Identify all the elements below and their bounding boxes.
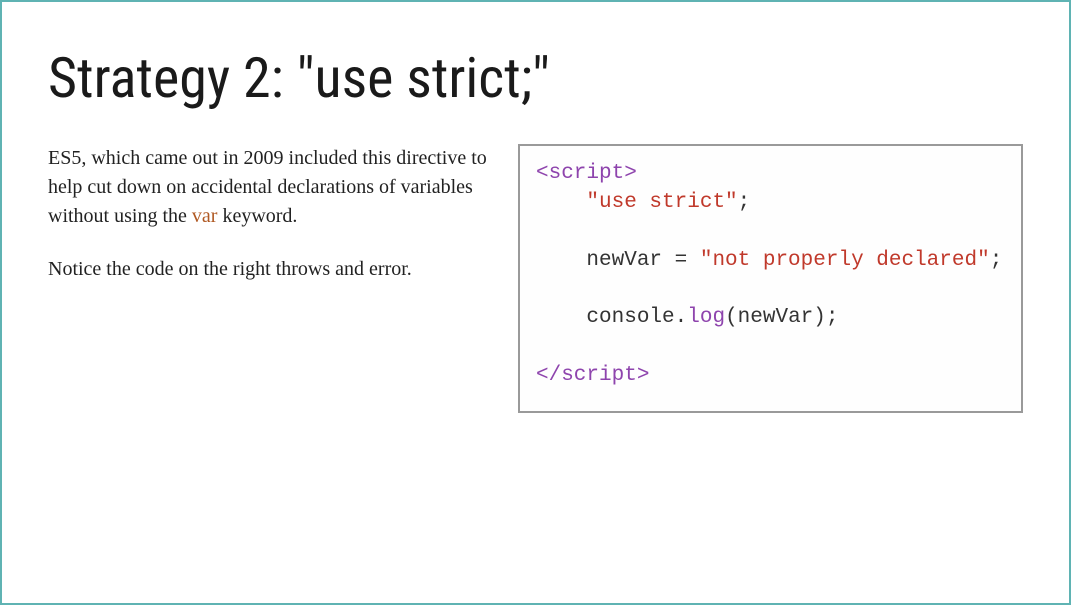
paragraph-2: Notice the code on the right throws and … — [48, 255, 488, 284]
code-assignment: newVar = — [586, 249, 699, 272]
code-script-close-tag: </script> — [536, 364, 649, 387]
code-semicolon-2: ; — [990, 249, 1003, 272]
explanation-text: ES5, which came out in 2009 included thi… — [48, 144, 488, 308]
paragraph-1: ES5, which came out in 2009 included thi… — [48, 144, 488, 231]
slide-content: ES5, which came out in 2009 included thi… — [48, 144, 1023, 414]
paragraph-1-part-b: keyword. — [217, 205, 297, 227]
slide-title: Strategy 2: "use strict;" — [48, 48, 1023, 110]
code-script-open-tag: <script> — [536, 162, 637, 185]
code-log-fn: log — [687, 306, 725, 329]
code-console: console. — [586, 306, 687, 329]
code-use-strict-string: "use strict" — [586, 191, 737, 214]
code-block: <script> "use strict"; newVar = "not pro… — [518, 144, 1023, 414]
code-string-literal: "not properly declared" — [700, 249, 990, 272]
code-semicolon-1: ; — [738, 191, 751, 214]
var-keyword: var — [192, 205, 218, 227]
code-log-args: (newVar); — [725, 306, 838, 329]
